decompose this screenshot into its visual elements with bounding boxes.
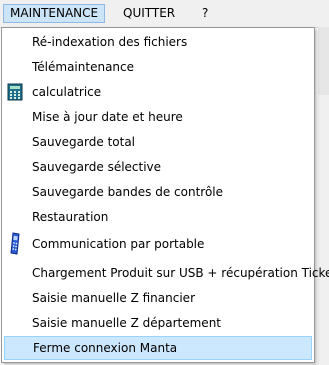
menu-item-sauvegarde-selective[interactable]: Sauvegarde sélective [4, 155, 312, 179]
menu-item-label: Sauvegarde total [32, 135, 136, 149]
menu-bar: MAINTENANCE QUITTER ? [0, 0, 329, 28]
menu-item-restauration[interactable]: Restauration [4, 205, 312, 229]
background-scroll-region [318, 27, 329, 95]
menu-item-sauvegarde-total[interactable]: Sauvegarde total [4, 130, 312, 154]
menu-item-telemaintenance[interactable]: Télémaintenance [4, 55, 312, 79]
menu-help[interactable]: ? [196, 4, 214, 23]
menu-item-communication-portable[interactable]: Communication par portable [4, 231, 312, 257]
menu-item-label: Ré-indexation des fichiers [32, 35, 188, 49]
calculator-icon [7, 83, 23, 101]
menu-item-calculatrice[interactable]: calculatrice [4, 80, 312, 104]
menu-item-saisie-z-financier[interactable]: Saisie manuelle Z financier [4, 286, 312, 310]
menu-item-ferme-connexion-manta[interactable]: Ferme connexion Manta [4, 336, 312, 360]
menu-quitter[interactable]: QUITTER [117, 4, 181, 23]
menu-item-label: Saisie manuelle Z département [32, 316, 221, 330]
menu-item-label: Communication par portable [32, 237, 205, 251]
menu-item-label: calculatrice [32, 85, 102, 99]
background-window-edge [318, 27, 329, 365]
menu-item-label: Saisie manuelle Z financier [32, 291, 195, 305]
maintenance-dropdown-menu: Ré-indexation des fichiers Télémaintenan… [1, 27, 329, 363]
menu-item-label: Ferme connexion Manta [33, 341, 178, 355]
menu-item-mise-a-jour-date[interactable]: Mise à jour date et heure [4, 105, 312, 129]
menu-item-sauvegarde-bandes[interactable]: Sauvegarde bandes de contrôle [4, 180, 312, 204]
menu-maintenance[interactable]: MAINTENANCE [3, 4, 106, 23]
menu-item-reindexation[interactable]: Ré-indexation des fichiers [4, 30, 312, 54]
menu-item-saisie-z-departement[interactable]: Saisie manuelle Z département [4, 311, 312, 335]
menu-item-label: Télémaintenance [32, 60, 135, 74]
handheld-terminal-icon [7, 232, 23, 256]
menu-item-label: Sauvegarde bandes de contrôle [32, 185, 224, 199]
menu-item-label: Restauration [32, 210, 109, 224]
menu-item-label: Mise à jour date et heure [32, 110, 183, 124]
menu-item-label: Chargement Produit sur USB + récupératio… [32, 266, 329, 280]
menu-item-chargement-usb[interactable]: Chargement Produit sur USB + récupératio… [4, 261, 329, 285]
menu-item-label: Sauvegarde sélective [32, 160, 162, 174]
